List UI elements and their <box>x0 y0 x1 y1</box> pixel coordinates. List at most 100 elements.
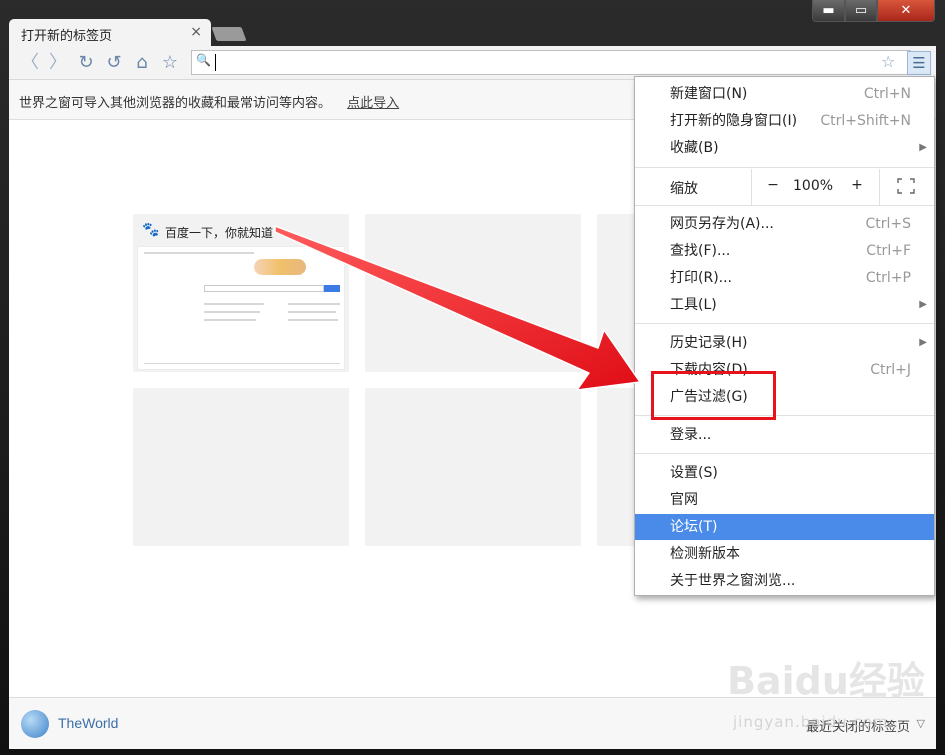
submenu-arrow-icon: ▶ <box>919 299 927 310</box>
tab-close-icon[interactable]: × <box>190 24 202 40</box>
menu-item-bookmarks[interactable]: 收藏(B) ▶ <box>635 135 934 161</box>
thumb-search-box <box>204 285 324 292</box>
menu-item-label: 论坛(T) <box>670 519 718 535</box>
menu-separator <box>635 453 934 454</box>
browser-window: ▬ ▭ ✕ 打开新的标签页 × 〈 〉 ↻ ↺ ⌂ ☆ 🔍 ☆ ☰ 世界之窗可导… <box>0 0 945 755</box>
menu-item-incognito[interactable]: 打开新的隐身窗口(I) Ctrl+Shift+N <box>635 108 934 134</box>
menu-item-find[interactable]: 查找(F)... Ctrl+F <box>635 238 934 264</box>
menu-item-login[interactable]: 登录... <box>635 422 934 448</box>
menu-item-label: 工具(L) <box>670 297 717 313</box>
reload-icon[interactable]: ↻ <box>75 52 97 74</box>
menu-item-save-as[interactable]: 网页另存为(A)... Ctrl+S <box>635 211 934 237</box>
new-tab-button[interactable] <box>211 27 247 41</box>
speed-dial-tile[interactable] <box>365 388 581 546</box>
star-icon[interactable]: ☆ <box>159 52 181 74</box>
thumb-search-button <box>324 285 340 292</box>
thumb-text-line <box>204 303 264 305</box>
menu-item-label: 官网 <box>670 492 698 508</box>
speed-dial-tile[interactable] <box>365 214 581 372</box>
menu-item-label: 打开新的隐身窗口(I) <box>670 113 798 129</box>
zoom-row: 缩放 − 100% + <box>635 169 934 205</box>
page-thumbnail <box>137 246 345 370</box>
minimize-button[interactable]: ▬ <box>812 0 845 22</box>
thumb-text-line <box>288 311 336 313</box>
menu-item-label: 关于世界之窗浏览... <box>670 573 796 589</box>
thumb-text-line <box>288 319 338 321</box>
thumb-text-line <box>288 303 340 305</box>
back-icon[interactable]: 〈 <box>19 52 41 74</box>
chevron-down-icon[interactable]: ▽ <box>917 717 925 730</box>
submenu-arrow-icon: ▶ <box>919 142 927 153</box>
zoom-label: 缩放 <box>670 181 698 197</box>
import-link[interactable]: 点此导入 <box>347 96 399 111</box>
menu-item-shortcut: Ctrl+N <box>863 86 911 102</box>
undo-icon[interactable]: ↺ <box>103 52 125 74</box>
menu-item-label: 打印(R)... <box>670 270 733 286</box>
maximize-button[interactable]: ▭ <box>845 0 877 22</box>
close-icon: ✕ <box>900 3 912 18</box>
menu-item-label: 登录... <box>670 427 712 443</box>
menu-item-shortcut: Ctrl+S <box>865 216 911 232</box>
thumb-nav-line <box>144 252 254 254</box>
submenu-arrow-icon: ▶ <box>919 337 927 348</box>
thumb-text-line <box>204 311 260 313</box>
menu-item-label: 设置(S) <box>670 465 718 481</box>
maximize-icon: ▭ <box>854 3 868 18</box>
menu-item-history[interactable]: 历史记录(H) ▶ <box>635 330 934 356</box>
menu-item-new-window[interactable]: 新建窗口(N) Ctrl+N <box>635 81 934 107</box>
bookmark-star-icon[interactable]: ☆ <box>881 52 895 71</box>
menu-item-label: 网页另存为(A)... <box>670 216 774 232</box>
divider <box>879 169 880 205</box>
infobar-message: 世界之窗可导入其他浏览器的收藏和最常访问等内容。 <box>19 96 332 111</box>
forward-icon[interactable]: 〉 <box>47 52 69 74</box>
annotation-highlight-box <box>651 371 776 420</box>
home-icon[interactable]: ⌂ <box>131 52 153 74</box>
thumb-logo <box>254 259 306 275</box>
menu-item-website[interactable]: 官网 <box>635 487 934 513</box>
search-icon: 🔍 <box>196 53 211 67</box>
baidu-paw-icon: 🐾 <box>142 222 160 238</box>
text-caret <box>215 54 216 71</box>
menu-item-print[interactable]: 打印(R)... Ctrl+P <box>635 265 934 291</box>
fullscreen-icon[interactable] <box>897 178 915 194</box>
menu-separator <box>635 323 934 324</box>
thumb-text-line <box>204 319 256 321</box>
divider <box>751 169 752 205</box>
theworld-globe-icon <box>21 710 49 738</box>
menu-item-tools[interactable]: 工具(L) ▶ <box>635 292 934 318</box>
watermark-logo: Baidu经验 <box>727 659 925 703</box>
brand-name: TheWorld <box>58 715 119 731</box>
zoom-out-button[interactable]: − <box>765 177 781 193</box>
tile-title: 百度一下，你就知道 <box>165 226 274 240</box>
minimize-icon: ▬ <box>822 3 835 18</box>
tab-new-tab[interactable]: 打开新的标签页 × <box>9 19 211 47</box>
menu-item-label: 检测新版本 <box>670 546 740 562</box>
menu-separator <box>635 205 934 206</box>
close-window-button[interactable]: ✕ <box>877 0 935 22</box>
menu-item-forum[interactable]: 论坛(T) <box>635 514 934 540</box>
menu-item-settings[interactable]: 设置(S) <box>635 460 934 486</box>
menu-item-about[interactable]: 关于世界之窗浏览... <box>635 568 934 594</box>
main-menu-button[interactable]: ☰ <box>907 51 931 75</box>
menu-item-shortcut: Ctrl+F <box>866 243 911 259</box>
speed-dial-tile[interactable]: 🐾 百度一下，你就知道 <box>133 214 349 372</box>
zoom-value: 100% <box>793 178 834 194</box>
menu-item-label: 收藏(B) <box>670 140 719 156</box>
menu-item-check-update[interactable]: 检测新版本 <box>635 541 934 567</box>
zoom-in-button[interactable]: + <box>849 177 865 193</box>
thumb-footer-line <box>144 363 340 364</box>
main-menu: 新建窗口(N) Ctrl+N 打开新的隐身窗口(I) Ctrl+Shift+N 收藏… <box>634 76 935 596</box>
menu-icon: ☰ <box>912 54 926 72</box>
watermark-url: jingyan.baidu.com <box>733 713 889 731</box>
menu-item-shortcut: Ctrl+P <box>865 270 911 286</box>
speed-dial-tile[interactable] <box>133 388 349 546</box>
toolbar: 〈 〉 ↻ ↺ ⌂ ☆ 🔍 ☆ ☰ <box>9 46 936 80</box>
menu-item-label: 历史记录(H) <box>670 335 748 351</box>
tab-title: 打开新的标签页 <box>21 29 113 44</box>
menu-item-label: 新建窗口(N) <box>670 86 748 102</box>
address-bar[interactable]: 🔍 <box>191 50 911 75</box>
menu-item-shortcut: Ctrl+J <box>870 362 911 378</box>
menu-separator <box>635 167 934 168</box>
menu-item-label: 查找(F)... <box>670 243 731 259</box>
menu-item-shortcut: Ctrl+Shift+N <box>820 113 911 129</box>
